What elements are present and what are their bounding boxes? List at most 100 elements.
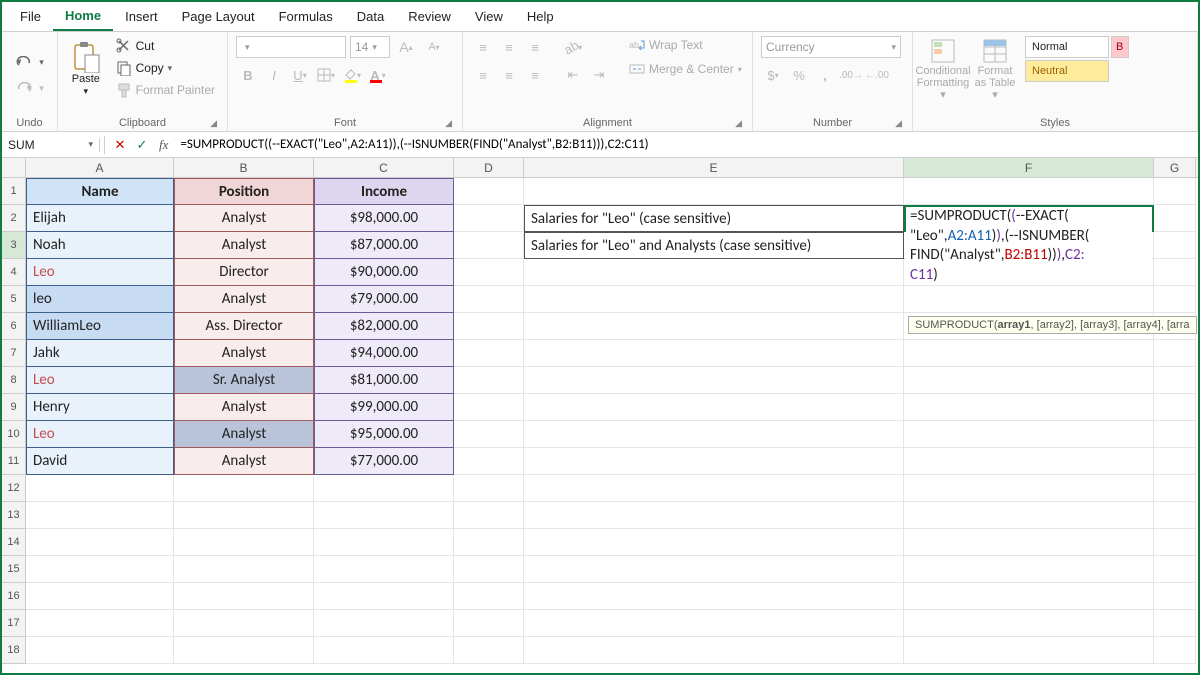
align-bottom-icon[interactable]: ≡ bbox=[523, 36, 547, 58]
cell[interactable] bbox=[524, 475, 904, 502]
cell[interactable] bbox=[904, 367, 1154, 394]
cell[interactable] bbox=[1154, 421, 1196, 448]
cell[interactable] bbox=[26, 583, 174, 610]
conditional-formatting-button[interactable]: Conditional Formatting ▾ bbox=[921, 36, 965, 102]
cell[interactable] bbox=[454, 340, 524, 367]
cell[interactable] bbox=[174, 583, 314, 610]
bold-button[interactable]: B bbox=[236, 64, 260, 86]
cell[interactable] bbox=[524, 286, 904, 313]
cell[interactable] bbox=[904, 529, 1154, 556]
number-format-combo[interactable]: Currency▾ bbox=[761, 36, 901, 58]
paste-button[interactable]: Paste▾ bbox=[66, 36, 106, 102]
cell[interactable] bbox=[454, 232, 524, 259]
cell[interactable] bbox=[454, 610, 524, 637]
cell[interactable]: Position bbox=[174, 178, 314, 205]
menu-file[interactable]: File bbox=[8, 3, 53, 30]
cell[interactable]: $95,000.00 bbox=[314, 421, 454, 448]
align-top-icon[interactable]: ≡ bbox=[471, 36, 495, 58]
cell[interactable] bbox=[314, 610, 454, 637]
col-header-D[interactable]: D bbox=[454, 158, 524, 177]
cell[interactable] bbox=[26, 475, 174, 502]
select-all-corner[interactable] bbox=[2, 158, 26, 177]
copy-button[interactable]: Copy ▾ bbox=[112, 58, 219, 78]
comma-format-icon[interactable]: , bbox=[813, 64, 837, 86]
cell[interactable] bbox=[1154, 610, 1196, 637]
row-header[interactable]: 2 bbox=[2, 205, 26, 232]
format-painter-button[interactable]: Format Painter bbox=[112, 80, 219, 100]
row-header[interactable]: 13 bbox=[2, 502, 26, 529]
cell[interactable] bbox=[26, 529, 174, 556]
cell[interactable] bbox=[1154, 502, 1196, 529]
cell[interactable]: Leo bbox=[26, 367, 174, 394]
cell[interactable] bbox=[454, 502, 524, 529]
cell[interactable] bbox=[26, 556, 174, 583]
cell[interactable] bbox=[454, 205, 524, 232]
cell[interactable]: Director bbox=[174, 259, 314, 286]
cell[interactable] bbox=[174, 556, 314, 583]
number-launcher-icon[interactable]: ◢ bbox=[895, 118, 902, 129]
cell[interactable] bbox=[904, 556, 1154, 583]
cell[interactable]: Leo bbox=[26, 259, 174, 286]
row-header[interactable]: 5 bbox=[2, 286, 26, 313]
cell-editing-overlay[interactable]: =SUMPRODUCT((--EXACT( "Leo",A2:A11)),(--… bbox=[906, 207, 1152, 285]
cancel-formula-button[interactable]: ✕ bbox=[109, 137, 131, 153]
cell[interactable]: Jahk bbox=[26, 340, 174, 367]
align-right-icon[interactable]: ≡ bbox=[523, 64, 547, 86]
cell[interactable] bbox=[524, 340, 904, 367]
cell[interactable] bbox=[454, 475, 524, 502]
cell[interactable]: Analyst bbox=[174, 394, 314, 421]
cell[interactable] bbox=[454, 583, 524, 610]
cell[interactable] bbox=[454, 367, 524, 394]
cell[interactable] bbox=[524, 583, 904, 610]
format-as-table-button[interactable]: Format as Table ▾ bbox=[973, 36, 1017, 102]
undo-button[interactable]: ▾ bbox=[11, 54, 48, 72]
cell[interactable]: Noah bbox=[26, 232, 174, 259]
increase-font-icon[interactable]: A▴ bbox=[394, 36, 418, 58]
decrease-decimal-icon[interactable]: ←.00 bbox=[865, 64, 889, 86]
cell[interactable] bbox=[1154, 259, 1196, 286]
cell[interactable] bbox=[174, 529, 314, 556]
font-color-button[interactable]: A▾ bbox=[366, 64, 390, 86]
cell[interactable] bbox=[454, 421, 524, 448]
col-header-A[interactable]: A bbox=[26, 158, 174, 177]
cell[interactable] bbox=[1154, 286, 1196, 313]
cell[interactable] bbox=[174, 475, 314, 502]
row-header[interactable]: 9 bbox=[2, 394, 26, 421]
name-box[interactable]: SUM▾ bbox=[2, 138, 100, 152]
cell[interactable] bbox=[904, 583, 1154, 610]
cell[interactable] bbox=[1154, 178, 1196, 205]
row-header[interactable]: 14 bbox=[2, 529, 26, 556]
cell[interactable]: leo bbox=[26, 286, 174, 313]
cell[interactable] bbox=[524, 556, 904, 583]
cell-styles-gallery[interactable]: Normal B Neutral bbox=[1025, 36, 1129, 82]
cell[interactable] bbox=[1154, 583, 1196, 610]
wrap-text-button[interactable]: abWrap Text bbox=[625, 36, 746, 54]
cell[interactable] bbox=[1154, 205, 1196, 232]
row-header[interactable]: 10 bbox=[2, 421, 26, 448]
cell[interactable] bbox=[1154, 340, 1196, 367]
row-header[interactable]: 17 bbox=[2, 610, 26, 637]
cell[interactable]: Analyst bbox=[174, 421, 314, 448]
cell[interactable]: $94,000.00 bbox=[314, 340, 454, 367]
cell[interactable] bbox=[314, 637, 454, 664]
cell[interactable] bbox=[904, 448, 1154, 475]
cell[interactable] bbox=[904, 610, 1154, 637]
cell[interactable]: Henry bbox=[26, 394, 174, 421]
cell[interactable] bbox=[524, 448, 904, 475]
cell[interactable]: Ass. Director bbox=[174, 313, 314, 340]
style-bad[interactable]: B bbox=[1111, 36, 1129, 58]
cell[interactable] bbox=[454, 394, 524, 421]
row-header[interactable]: 8 bbox=[2, 367, 26, 394]
cell[interactable] bbox=[454, 178, 524, 205]
menu-insert[interactable]: Insert bbox=[113, 3, 170, 30]
cell[interactable]: $77,000.00 bbox=[314, 448, 454, 475]
cell[interactable]: Analyst bbox=[174, 286, 314, 313]
cell[interactable] bbox=[1154, 529, 1196, 556]
cell[interactable] bbox=[454, 637, 524, 664]
cell[interactable]: Analyst bbox=[174, 205, 314, 232]
formula-input[interactable] bbox=[174, 137, 1198, 152]
cell[interactable] bbox=[524, 313, 904, 340]
cell[interactable] bbox=[1154, 232, 1196, 259]
cell[interactable] bbox=[524, 610, 904, 637]
row-header[interactable]: 15 bbox=[2, 556, 26, 583]
